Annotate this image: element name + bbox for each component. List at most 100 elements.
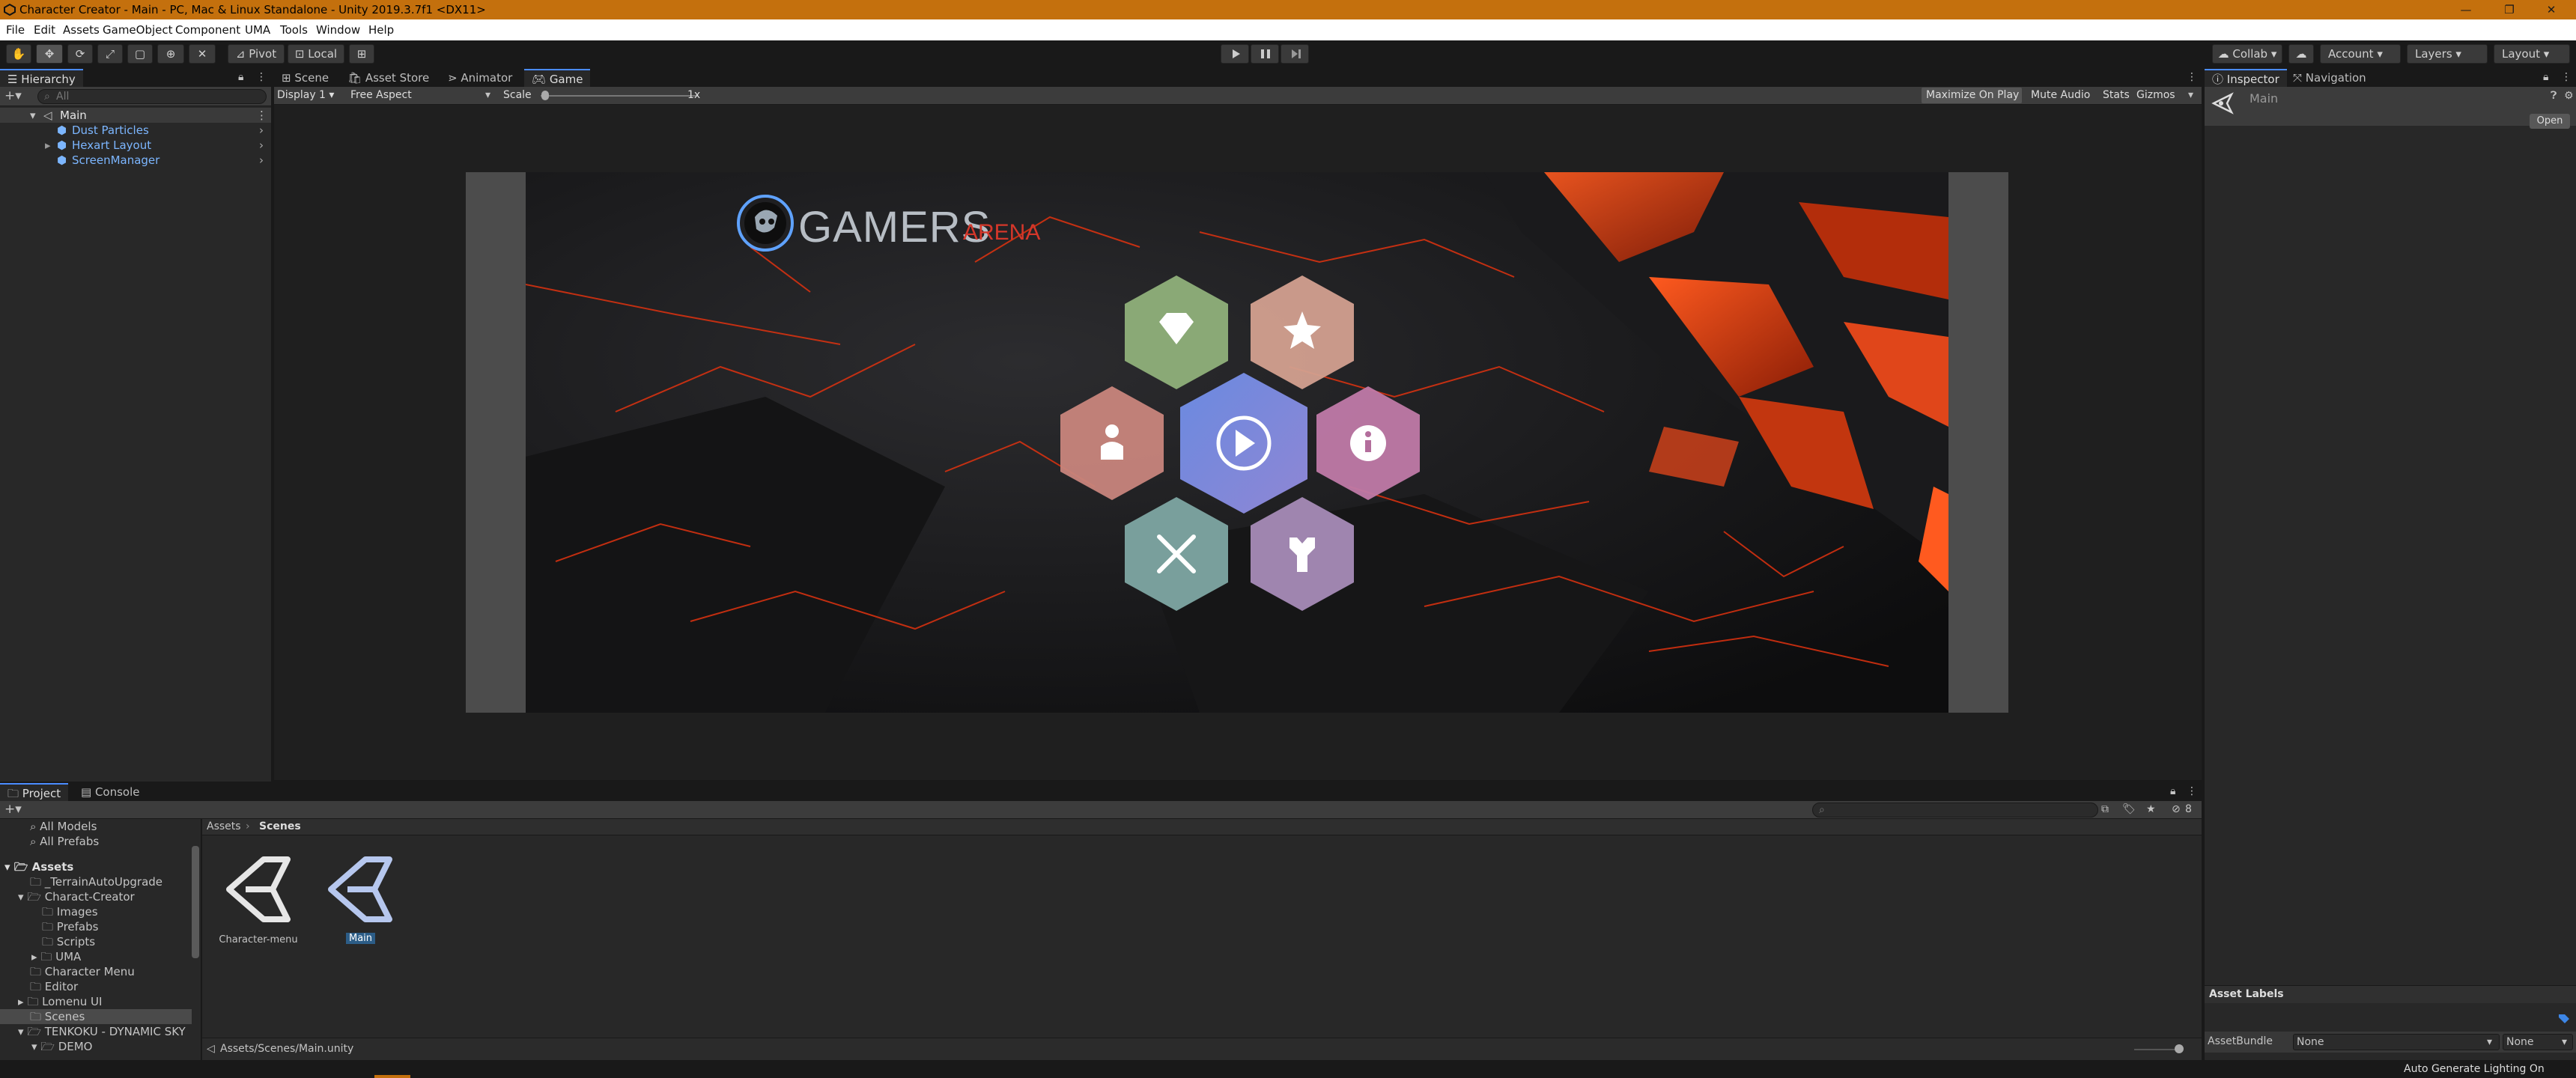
- hierarchy-item[interactable]: ▸ ⬢ Hexart Layout ›: [0, 138, 271, 153]
- hierarchy-item[interactable]: ⬢ Dust Particles ›: [0, 123, 271, 138]
- tree-scrollbar[interactable]: [192, 846, 199, 958]
- hex-info-button[interactable]: [1312, 383, 1424, 503]
- breadcrumb-assets[interactable]: Assets: [207, 820, 241, 832]
- menu-assets[interactable]: Assets: [63, 23, 100, 37]
- tree-item[interactable]: 🗀︎ Character Menu: [30, 964, 135, 979]
- tree-item[interactable]: 🗀︎ Prefabs: [42, 919, 98, 934]
- menu-help[interactable]: Help: [368, 23, 394, 37]
- rect-tool-icon[interactable]: ▢: [127, 44, 153, 64]
- tab-animator[interactable]: ⋗ Animator: [440, 69, 520, 87]
- favorites-star-icon[interactable]: ★: [2146, 803, 2156, 815]
- pause-button[interactable]: [1251, 44, 1279, 64]
- collab-dropdown[interactable]: ☁ Collab ▾: [2212, 44, 2282, 64]
- help-icon[interactable]: ❓︎: [2551, 90, 2557, 102]
- tree-item[interactable]: ▾ 🗁︎ Charact-Creator: [18, 889, 135, 904]
- search-by-type-icon[interactable]: ⧉: [2101, 803, 2109, 815]
- tree-item[interactable]: 🗀︎ Scripts: [42, 934, 95, 949]
- play-button[interactable]: [1221, 44, 1249, 64]
- aspect-dropdown[interactable]: Free Aspect: [350, 89, 500, 101]
- menu-gameobject[interactable]: GameObject: [103, 23, 173, 37]
- kebab-menu-icon[interactable]: ⋮: [256, 71, 267, 83]
- hierarchy-item[interactable]: ⬢ ScreenManager ›: [0, 153, 271, 168]
- scale-slider-thumb[interactable]: [541, 91, 549, 100]
- tab-hierarchy[interactable]: ☰ Hierarchy: [0, 69, 83, 87]
- minimize-button[interactable]: —: [2441, 0, 2491, 19]
- create-plus-icon[interactable]: +▾: [4, 88, 22, 103]
- tab-game[interactable]: 🎮︎ Game: [524, 69, 591, 87]
- menu-tools[interactable]: Tools: [280, 23, 308, 37]
- account-dropdown[interactable]: Account ▾: [2320, 44, 2401, 64]
- hand-tool-icon[interactable]: ✋: [6, 44, 31, 64]
- project-search-input[interactable]: ⌕: [1812, 803, 2098, 817]
- tab-navigation[interactable]: ⤧ Navigation: [2285, 69, 2374, 87]
- layout-dropdown[interactable]: Layout ▾: [2494, 44, 2570, 64]
- tree-item[interactable]: ▸ 🗀︎ UMA: [31, 949, 81, 964]
- local-toggle[interactable]: ⊡ Local: [288, 44, 344, 64]
- custom-tool-icon[interactable]: ✕: [189, 44, 216, 64]
- menu-edit[interactable]: Edit: [34, 23, 55, 37]
- tab-inspector[interactable]: ⓘ Inspector: [2205, 69, 2287, 87]
- menu-file[interactable]: File: [6, 23, 25, 37]
- close-button[interactable]: ✕: [2527, 0, 2576, 19]
- expand-arrow-icon[interactable]: ▾: [30, 108, 36, 123]
- breadcrumb-scenes[interactable]: Scenes: [259, 820, 301, 832]
- step-button[interactable]: [1281, 44, 1309, 64]
- menu-window[interactable]: Window: [316, 23, 360, 37]
- chevron-right-icon[interactable]: ›: [259, 138, 264, 153]
- hierarchy-search-input[interactable]: ⌕ All: [37, 89, 267, 104]
- tab-console[interactable]: ▤ Console: [73, 783, 148, 801]
- kebab-menu-icon[interactable]: ⋮: [2561, 71, 2572, 83]
- create-plus-icon[interactable]: +▾: [4, 802, 22, 817]
- tab-project[interactable]: 🗀︎ Project: [0, 783, 69, 801]
- hidden-packages-icon[interactable]: ⊘: [2172, 803, 2181, 815]
- settings-gear-icon[interactable]: ⚙︎: [2564, 90, 2574, 102]
- lock-icon[interactable]: 🔒︎: [238, 71, 243, 83]
- transform-tool-icon[interactable]: ⊕: [157, 44, 184, 64]
- assetbundle-dropdown[interactable]: None ▾: [2293, 1034, 2500, 1050]
- chevron-right-icon[interactable]: ›: [259, 153, 264, 168]
- rotate-tool-icon[interactable]: ⟳: [67, 44, 93, 64]
- search-by-label-icon[interactable]: 🏷︎: [2122, 803, 2136, 815]
- stats-toggle[interactable]: Stats: [2103, 89, 2130, 101]
- tree-item[interactable]: ▾ 🗁︎ Assets: [4, 859, 73, 874]
- scene-row-main[interactable]: ▾ ◁ Main ⋮: [0, 108, 271, 123]
- tree-item[interactable]: ▾ 🗁︎ DEMO: [31, 1039, 92, 1054]
- tree-item[interactable]: 🗀︎ _TerrainAutoUpgrade: [30, 874, 162, 889]
- tree-divider[interactable]: [201, 819, 202, 1060]
- mute-audio-toggle[interactable]: Mute Audio: [2031, 89, 2090, 101]
- gizmos-dropdown-icon[interactable]: ▾: [2188, 89, 2193, 101]
- scale-tool-icon[interactable]: ⤢: [97, 44, 123, 64]
- tree-item[interactable]: ▾ 🗁︎ TENKOKU - DYNAMIC SKY: [18, 1024, 186, 1039]
- tab-scene[interactable]: ⊞ Scene: [274, 69, 336, 87]
- scene-options-icon[interactable]: ⋮: [256, 108, 267, 123]
- scale-slider-track[interactable]: [541, 95, 698, 97]
- asset-tile[interactable]: Character-menu: [217, 852, 300, 949]
- open-button[interactable]: Open: [2530, 114, 2570, 129]
- tree-item[interactable]: 🗀︎ Editor: [30, 979, 78, 994]
- kebab-menu-icon[interactable]: ⋮: [2187, 785, 2197, 797]
- display-dropdown[interactable]: Display 1 ▾: [277, 89, 334, 101]
- tree-item[interactable]: ▸ 🗀︎ Lomenu UI: [18, 994, 102, 1009]
- tree-item[interactable]: 🗀︎ Images: [42, 904, 98, 919]
- layers-dropdown[interactable]: Layers ▾: [2407, 44, 2488, 64]
- asset-tile-selected[interactable]: Main: [319, 852, 401, 949]
- chevron-right-icon[interactable]: ›: [259, 123, 264, 138]
- gizmos-toggle[interactable]: Gizmos: [2136, 89, 2175, 101]
- lock-icon[interactable]: 🔒︎: [2170, 785, 2175, 797]
- cloud-icon[interactable]: ☁: [2288, 44, 2314, 64]
- expand-arrow-icon[interactable]: ▸: [45, 138, 51, 153]
- assetbundle-variant-dropdown[interactable]: None ▾: [2503, 1034, 2573, 1050]
- tree-item-selected[interactable]: 🗀︎ Scenes: [0, 1009, 192, 1024]
- hex-character-button[interactable]: [1056, 383, 1168, 503]
- lock-icon[interactable]: 🔒︎: [2543, 71, 2548, 83]
- label-tag-icon[interactable]: [2557, 1012, 2572, 1027]
- move-tool-icon[interactable]: ✥: [36, 44, 63, 64]
- kebab-menu-icon[interactable]: ⋮: [2187, 71, 2197, 83]
- icon-size-slider-thumb[interactable]: [2175, 1044, 2184, 1053]
- grid-snap-icon[interactable]: ⊞: [349, 44, 374, 64]
- menu-uma[interactable]: UMA: [245, 23, 270, 37]
- favorite-item[interactable]: ⌕ All Prefabs: [30, 834, 99, 849]
- tab-asset-store[interactable]: 🛍︎ Asset Store: [340, 69, 437, 87]
- favorite-item[interactable]: ⌕ All Models: [30, 819, 97, 834]
- hex-settings-button[interactable]: [1246, 494, 1358, 614]
